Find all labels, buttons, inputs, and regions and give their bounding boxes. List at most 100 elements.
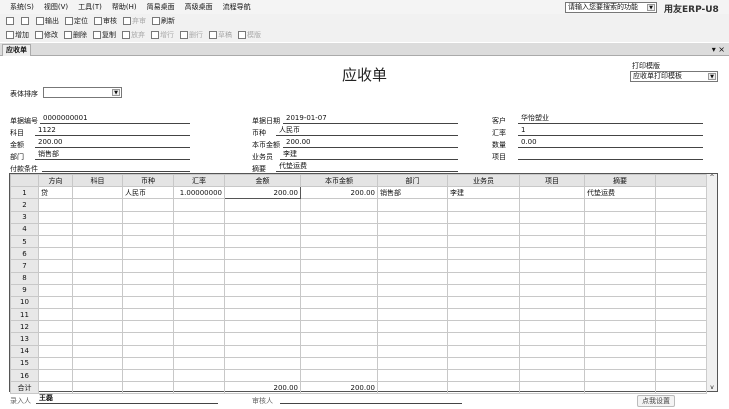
table-cell[interactable] <box>655 186 707 200</box>
table-row[interactable]: 7 <box>10 259 707 273</box>
table-cell[interactable] <box>38 283 73 297</box>
table-cell[interactable] <box>72 308 123 322</box>
table-cell[interactable] <box>655 271 707 285</box>
table-cell[interactable] <box>72 271 123 285</box>
table-cell[interactable] <box>519 283 585 297</box>
table-cell[interactable] <box>224 356 301 371</box>
table-cell[interactable] <box>38 344 73 358</box>
table-cell[interactable] <box>584 259 656 273</box>
table-cell[interactable] <box>377 259 448 273</box>
vertical-scrollbar[interactable]: ^ v <box>706 174 717 391</box>
table-row[interactable]: 16 <box>10 368 707 383</box>
table-cell[interactable] <box>300 295 378 310</box>
table-cell[interactable] <box>584 356 656 371</box>
table-cell[interactable] <box>584 210 656 224</box>
table-row[interactable]: 2 <box>10 198 707 212</box>
table-cell[interactable] <box>300 332 378 346</box>
rate-field[interactable]: 1 <box>518 126 703 136</box>
table-cell[interactable] <box>300 356 378 371</box>
table-cell[interactable] <box>519 344 585 358</box>
table-cell[interactable] <box>300 259 378 273</box>
toolbar-button[interactable]: 复制 <box>93 30 116 40</box>
table-cell[interactable] <box>122 332 174 346</box>
table-cell[interactable] <box>519 295 585 310</box>
table-cell[interactable]: 200.00 <box>224 186 301 200</box>
table-cell[interactable] <box>38 247 73 261</box>
date-field[interactable]: 2019-01-07 <box>283 114 458 124</box>
table-cell[interactable] <box>519 247 585 261</box>
local-amount-field[interactable]: 200.00 <box>283 138 458 148</box>
print-template-select[interactable]: 应收单打印模板 ▼ <box>630 71 718 82</box>
column-header[interactable]: 币种 <box>122 173 174 188</box>
table-cell[interactable] <box>519 308 585 322</box>
toolbar-button[interactable]: 增加 <box>6 30 29 40</box>
table-cell[interactable] <box>300 271 378 285</box>
table-cell[interactable] <box>224 247 301 261</box>
table-cell[interactable] <box>584 320 656 334</box>
table-cell[interactable] <box>655 356 707 371</box>
table-cell[interactable] <box>122 234 174 249</box>
table-cell[interactable] <box>447 259 520 273</box>
toolbar-button[interactable]: 删行 <box>180 30 203 40</box>
toolbar-button[interactable]: 增行 <box>151 30 174 40</box>
window-controls[interactable]: ▾ × <box>712 45 725 54</box>
menu-item[interactable]: 帮助(H) <box>112 2 137 12</box>
table-row[interactable]: 12 <box>10 320 707 334</box>
table-cell[interactable] <box>122 198 174 212</box>
table-cell[interactable] <box>72 247 123 261</box>
table-cell[interactable] <box>38 234 73 249</box>
table-cell[interactable] <box>173 247 225 261</box>
column-header[interactable] <box>10 173 39 188</box>
doc-no-field[interactable]: 0000000001 <box>40 114 190 124</box>
table-cell[interactable] <box>72 234 123 249</box>
table-cell[interactable]: 销售部 <box>377 186 448 200</box>
table-cell[interactable] <box>447 234 520 249</box>
table-cell[interactable] <box>584 247 656 261</box>
chevron-down-icon[interactable]: ▼ <box>708 73 716 80</box>
table-row[interactable]: 10 <box>10 295 707 310</box>
table-cell[interactable] <box>173 356 225 371</box>
table-row[interactable]: 8 <box>10 271 707 285</box>
table-cell[interactable]: 李建 <box>447 186 520 200</box>
table-cell[interactable] <box>519 259 585 273</box>
table-cell[interactable] <box>38 332 73 346</box>
table-cell[interactable] <box>584 271 656 285</box>
table-row[interactable]: 9 <box>10 283 707 297</box>
table-cell[interactable] <box>72 356 123 371</box>
toolbar-button[interactable]: 修改 <box>35 30 58 40</box>
table-cell[interactable] <box>224 222 301 236</box>
table-cell[interactable] <box>224 344 301 358</box>
table-row[interactable]: 3 <box>10 210 707 224</box>
column-header[interactable]: 方向 <box>38 173 73 188</box>
salesman-field[interactable]: 李建 <box>280 150 458 160</box>
table-row[interactable]: 5 <box>10 234 707 249</box>
table-cell[interactable] <box>173 332 225 346</box>
table-cell[interactable] <box>72 210 123 224</box>
table-cell[interactable] <box>519 222 585 236</box>
table-cell[interactable] <box>224 368 301 383</box>
table-cell[interactable] <box>655 308 707 322</box>
table-cell[interactable] <box>38 308 73 322</box>
scroll-up-icon[interactable]: ^ <box>707 174 717 181</box>
toolbar-button[interactable]: 弃审 <box>123 16 146 26</box>
table-cell[interactable] <box>300 247 378 261</box>
table-cell[interactable] <box>655 234 707 249</box>
table-cell[interactable] <box>72 283 123 297</box>
column-header[interactable]: 业务员 <box>447 173 520 188</box>
chevron-down-icon[interactable]: ▼ <box>647 4 655 11</box>
table-cell[interactable] <box>447 283 520 297</box>
table-cell[interactable] <box>72 295 123 310</box>
table-cell[interactable] <box>72 222 123 236</box>
table-row[interactable]: 1 贷人民币 1.00000000 200.00 200.00 销售部 李建 代垫运费 <box>10 186 707 200</box>
amount-field[interactable]: 200.00 <box>35 138 190 148</box>
table-cell[interactable] <box>72 368 123 383</box>
table-cell[interactable] <box>655 210 707 224</box>
table-cell[interactable] <box>584 198 656 212</box>
column-header[interactable] <box>655 173 707 188</box>
column-header[interactable]: 汇率 <box>173 173 225 188</box>
toolbar-button[interactable]: 模版 <box>238 30 261 40</box>
table-cell[interactable] <box>519 210 585 224</box>
toolbar-button[interactable]: 审核 <box>94 16 117 26</box>
preview-icon[interactable] <box>21 17 29 25</box>
table-row[interactable]: 11 <box>10 308 707 322</box>
